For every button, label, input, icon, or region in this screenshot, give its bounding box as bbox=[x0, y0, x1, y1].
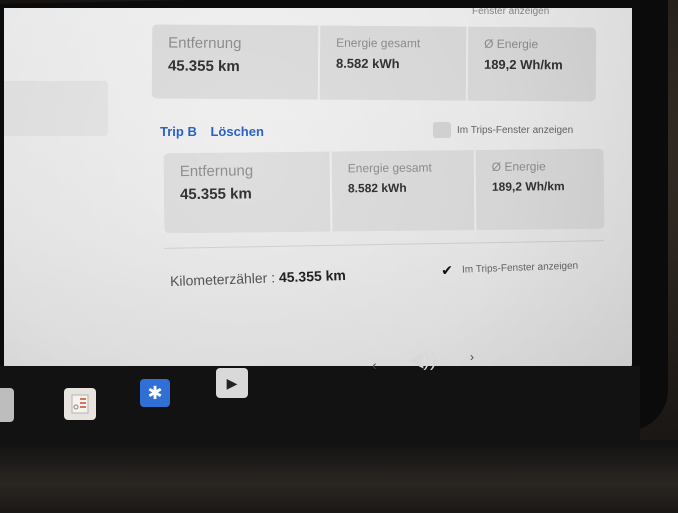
trip-b-energy-total-value: 8.582 kWh bbox=[347, 180, 407, 196]
media-player-icon[interactable]: ▶ bbox=[216, 368, 248, 398]
previous-icon[interactable]: ‹ bbox=[372, 357, 377, 373]
trip-b-energy-total: Energie gesamt 8.582 kWh bbox=[329, 150, 475, 232]
trip-b-energy-avg: Ø Energie 189,2 Wh/km bbox=[473, 148, 605, 231]
trip-a-distance-label: Entfernung bbox=[168, 34, 242, 53]
odometer-row: Kilometerzähler : 45.355 km bbox=[170, 267, 346, 289]
trip-a-energy-total-value: 8.582 kWh bbox=[335, 55, 400, 72]
trip-a-distance-value: 45.355 km bbox=[167, 57, 240, 76]
trip-b-energy-avg-value: 189,2 Wh/km bbox=[491, 179, 565, 194]
trip-b-energy-total-label: Energie gesamt bbox=[347, 160, 432, 176]
trip-a-energy-total: Energie gesamt 8.582 kWh bbox=[317, 25, 467, 101]
trip-b-checkbox[interactable] bbox=[433, 122, 451, 138]
trip-a-energy-avg: Ø Energie 189,2 Wh/km bbox=[465, 26, 597, 102]
odometer-label: Kilometerzähler : bbox=[169, 269, 276, 290]
volume-icon[interactable]: ◀)) bbox=[408, 347, 437, 372]
trip-b-distance-value: 45.355 km bbox=[179, 185, 252, 204]
trip-b-show-toggle[interactable]: Im Trips-Fenster anzeigen bbox=[433, 122, 573, 138]
trip-b-show-toggle-label: Im Trips-Fenster anzeigen bbox=[457, 124, 574, 136]
left-input-field[interactable] bbox=[4, 81, 108, 136]
trip-a-energy-avg-label: Ø Energie bbox=[484, 36, 539, 52]
odometer-show-toggle[interactable]: ✔ Im Trips-Fenster anzeigen bbox=[438, 258, 579, 279]
document-glyph-icon bbox=[71, 394, 89, 414]
section-divider bbox=[164, 240, 604, 249]
trip-b-header: Trip B Löschen bbox=[160, 124, 264, 139]
taskbar bbox=[0, 366, 640, 442]
trip-a-energy-avg-value: 189,2 Wh/km bbox=[483, 56, 563, 73]
next-icon[interactable]: › bbox=[470, 350, 474, 364]
trip-a-stats-panel: Entfernung 45.355 km Energie gesamt 8.58… bbox=[151, 24, 597, 102]
trip-a-energy-total-label: Energie gesamt bbox=[336, 35, 421, 51]
touchscreen: Fenster anzeigen Entfernung 45.355 km En… bbox=[4, 8, 632, 368]
trip-b-reset-button[interactable]: Löschen bbox=[210, 124, 263, 139]
trip-b-distance-label: Entfernung bbox=[179, 162, 254, 181]
trip-b-title: Trip B bbox=[160, 124, 197, 139]
dashboard-shadow bbox=[0, 440, 678, 513]
check-icon[interactable]: ✔ bbox=[438, 261, 457, 279]
trip-b-distance: Entfernung 45.355 km bbox=[164, 152, 331, 234]
odometer-value: 45.355 km bbox=[278, 266, 347, 286]
odometer-show-toggle-label: Im Trips-Fenster anzeigen bbox=[461, 260, 579, 276]
document-icon[interactable] bbox=[64, 388, 96, 420]
trip-b-stats-panel: Entfernung 45.355 km Energie gesamt 8.58… bbox=[163, 148, 605, 234]
top-toggle-caption: Fenster anzeigen bbox=[472, 8, 550, 17]
trip-a-distance: Entfernung 45.355 km bbox=[152, 24, 319, 99]
trip-b-energy-avg-label: Ø Energie bbox=[491, 159, 546, 174]
bluetooth-icon[interactable]: ✱ bbox=[140, 379, 170, 407]
partial-app-icon[interactable] bbox=[0, 388, 14, 422]
